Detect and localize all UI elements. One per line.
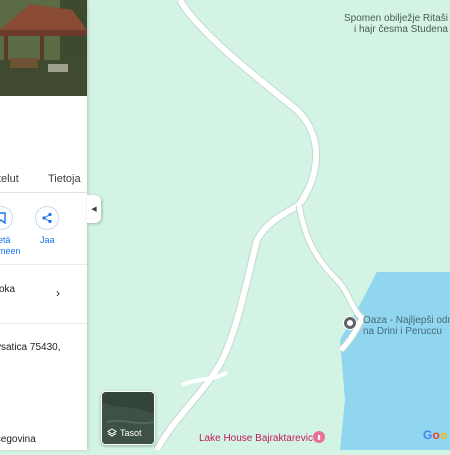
- tab-reviews[interactable]: telut: [0, 173, 19, 185]
- poi-spomen-label[interactable]: Spomen obilježje Ritaši i hajr česma Stu…: [344, 13, 448, 35]
- divider: [0, 323, 87, 324]
- poi-spomen-line1: Spomen obilježje Ritaši: [344, 13, 448, 24]
- map-terrain: [87, 0, 450, 452]
- share-icon: [42, 212, 52, 224]
- location-pin-icon[interactable]: [343, 316, 357, 330]
- address-text[interactable]: vsatica 75430,: [0, 342, 61, 353]
- chevron-right-icon[interactable]: ›: [56, 286, 60, 300]
- bookmark-icon: [0, 212, 6, 224]
- share-label[interactable]: Jaa: [40, 235, 55, 246]
- save-label[interactable]: etä meen: [0, 235, 21, 257]
- poi-oaza-line2: na Drini i Peruccu: [363, 326, 442, 337]
- save-label-line2: meen: [0, 246, 21, 256]
- divider: [0, 264, 87, 265]
- save-button[interactable]: [0, 206, 13, 230]
- chevron-left-icon: ◀: [91, 206, 97, 213]
- info-row-text[interactable]: oka: [0, 284, 15, 295]
- layers-icon: [107, 428, 117, 437]
- layers-label: Tasot: [120, 428, 142, 438]
- share-button[interactable]: [35, 206, 59, 230]
- hotel-icon[interactable]: ▮: [313, 431, 325, 443]
- poi-oaza-line1: Oaza - Najljepši odm: [363, 315, 450, 326]
- place-photo[interactable]: [0, 0, 87, 96]
- place-panel: telut Tietoja etä meen Jaa oka › vsatica…: [0, 0, 87, 450]
- tabs-divider: [0, 192, 87, 193]
- save-label-line1: etä: [0, 235, 11, 245]
- google-logo: Goo: [423, 428, 448, 442]
- poi-oaza-label[interactable]: Oaza - Najljepši odm na Drini i Peruccu: [363, 315, 450, 337]
- map-canvas[interactable]: [87, 0, 450, 452]
- poi-spomen-line2: i hajr česma Studena: [354, 24, 448, 35]
- collapse-panel-button[interactable]: ◀: [87, 195, 101, 223]
- poi-lake-house-label[interactable]: Lake House Bajraktarevic: [199, 433, 313, 444]
- country-text: tsegovina: [0, 434, 36, 445]
- google-logo-text: Goo: [423, 428, 448, 442]
- layers-button[interactable]: Tasot: [101, 391, 155, 445]
- tab-about[interactable]: Tietoja: [48, 173, 81, 185]
